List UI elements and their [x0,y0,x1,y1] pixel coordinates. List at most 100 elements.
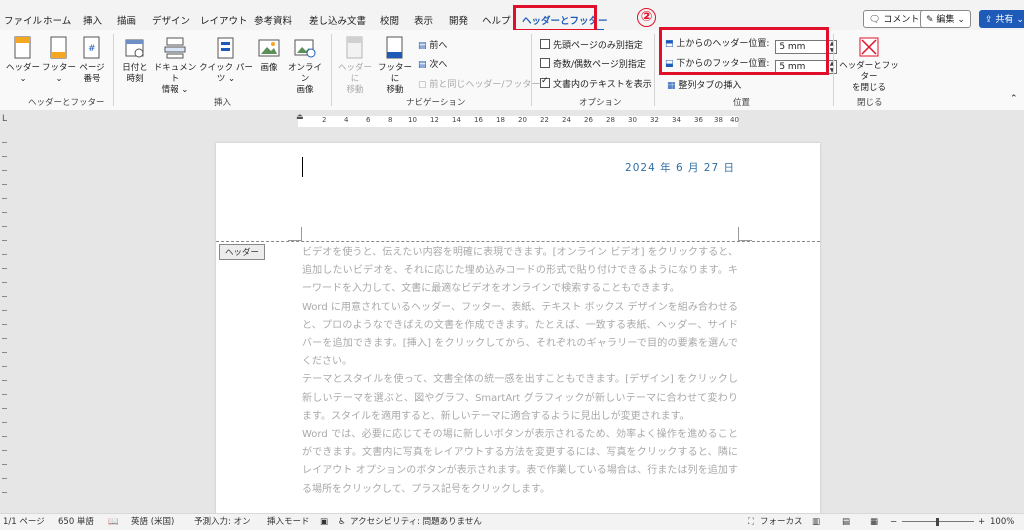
ruler-tick [2,436,7,437]
web-layout-icon[interactable]: ▦ [870,514,878,530]
status-prediction[interactable]: 予測入力: オン [194,514,251,530]
document-info-button[interactable]: ドキュメント 情報 ⌄ [151,36,199,96]
comment-button-label: コメント [883,15,920,25]
comment-icon: 🗨 [869,15,881,25]
document-body[interactable]: ビデオを使うと、伝えたい内容を明確に表現できます。[オンライン ビデオ] をクリ… [302,244,738,499]
indent-marker-icon[interactable]: ⏏ [296,112,304,121]
date-time-label-2: 時刻 [126,74,144,84]
group-label-insert: 挿入 [214,98,232,108]
ruler-number: 36 [694,116,703,124]
next-button[interactable]: ▤ 次へ [418,57,447,70]
online-picture-icon [294,39,316,58]
accessibility-icon: ♿ [338,517,346,527]
highlight-box-position [659,27,829,75]
chevron-down-icon: ⌄ [957,15,965,25]
different-first-page-checkbox[interactable]: 先頭ページのみ別指定 [540,38,643,51]
tab-design[interactable]: デザイン [152,13,190,27]
paragraph: テーマとスタイルを使って、文書全体の統一感を出すこともできます。[デザイン] を… [302,374,738,422]
insert-alignment-tab-button[interactable]: ▦ 整列タブの挿入 [667,78,741,91]
tab-mailings[interactable]: 差し込み文書 [309,13,366,27]
goto-footer-button[interactable]: フッターに 移動 [376,36,414,96]
different-odd-even-checkbox[interactable]: 奇数/偶数ページ別指定 [540,57,646,70]
header-button[interactable]: ヘッダー ⌄ [6,36,40,85]
page-number-button[interactable]: # ページ 番号 [78,36,106,85]
macro-icon[interactable]: ▣ [320,514,328,530]
checkbox-show-text[interactable] [540,76,550,88]
tab-layout[interactable]: レイアウト [200,13,248,27]
page-number-icon: # [83,36,100,59]
ruler-tick [2,240,7,241]
tab-draw[interactable]: 描画 [117,13,136,27]
proofing-icon[interactable]: 📖 [108,514,119,530]
checkbox-odd-even[interactable] [540,58,550,68]
edit-mode-button[interactable]: ✎ 編集 ⌄ [920,10,971,28]
zoom-level[interactable]: 100% [990,514,1014,530]
header-date[interactable]: 2024 年 6 月 27 日 [625,160,735,175]
date-time-button[interactable]: 日付と 時刻 [119,36,151,85]
chevron-down-icon: ⌄ [228,74,236,84]
pencil-icon: ✎ [926,15,934,25]
document-page[interactable]: 2024 年 6 月 27 日 ヘッダー ビデオを使うと、伝えたい内容を明確に表… [216,143,820,523]
close-icon [859,37,879,57]
link-icon: ▢ [418,80,427,90]
tab-view[interactable]: 表示 [414,13,433,27]
link-to-previous-label: 前と同じヘッダー/フッター [429,80,541,90]
ruler-tick [2,212,7,213]
tab-selector-icon[interactable]: L [2,114,7,124]
footer-button-label: フッター [42,63,77,73]
tab-insert[interactable]: 挿入 [83,13,102,27]
ruler-tick [2,324,7,325]
page-number-label-1: ページ [79,63,105,73]
collapse-ribbon-icon[interactable]: ⌃ [1010,94,1018,104]
ruler-number: 10 [408,116,417,124]
chevron-down-icon: ⌄ [55,74,63,84]
zoom-slider-thumb[interactable] [936,518,939,526]
margin-corner-mark [301,227,302,241]
online-picture-button[interactable]: オンライン 画像 [285,36,325,96]
status-insert-mode[interactable]: 挿入モード [267,514,310,530]
quick-parts-button[interactable]: クイック パーツ ⌄ [198,36,254,85]
read-mode-icon[interactable]: ▥ [812,514,820,530]
close-header-footer-label-1: ヘッダーとフッター [839,61,899,82]
ruler-tick [2,310,7,311]
comment-button[interactable]: 🗨 コメント [863,10,926,28]
focus-mode-button[interactable]: フォーカス [760,514,803,530]
document-info-label-1: ドキュメント [153,63,197,84]
tab-help[interactable]: ヘルプ [482,13,511,27]
edit-mode-label: 編集 [936,15,955,25]
previous-label: 前へ [429,41,448,51]
print-layout-icon[interactable]: ▤ [842,514,850,530]
status-accessibility[interactable]: アクセシビリティ: 問題ありません [350,514,482,530]
focus-icon: ⛶ [748,517,754,527]
zoom-out-icon[interactable]: − [890,514,897,530]
status-word-count[interactable]: 650 単語 [58,514,94,530]
share-button[interactable]: ⇪ 共有 ⌄ [979,10,1024,28]
ruler-number: 34 [672,116,681,124]
ruler-tick [2,464,7,465]
status-language[interactable]: 英語 (米国) [131,514,174,530]
picture-button[interactable]: 画像 [255,36,283,74]
horizontal-ruler: L 2 4 6 8 10 12 14 16 18 20 22 24 26 28 … [0,110,1024,132]
previous-button[interactable]: ▤ 前へ [418,38,447,51]
ruler-number: 28 [606,116,615,124]
date-time-label-1: 日付と [122,63,148,73]
tab-file[interactable]: ファイル [4,13,42,27]
tab-home[interactable]: ホーム [43,13,71,27]
tab-developer[interactable]: 開発 [449,13,468,27]
tab-references[interactable]: 参考資料 [254,13,292,27]
close-header-footer-button[interactable]: ヘッダーとフッター を閉じる [836,36,902,94]
status-page-count[interactable]: 1/1 ページ [3,514,45,530]
show-document-text-checkbox[interactable]: 文書内のテキストを表示 [540,76,652,90]
footer-button[interactable]: フッター ⌄ [42,36,76,85]
ruler-tick [2,492,7,493]
vertical-ruler [0,132,10,513]
link-to-previous-button[interactable]: ▢ 前と同じヘッダー/フッター [418,77,540,90]
tab-review[interactable]: 校閲 [380,13,399,27]
checkbox-first-page[interactable] [540,39,550,49]
ruler-number: 20 [518,116,527,124]
ruler-tick [2,156,7,157]
goto-header-button[interactable]: ヘッダーに 移動 [336,36,374,96]
ribbon-tab-bar: ファイル ホーム 挿入 描画 デザイン レイアウト 参考資料 差し込み文書 校閲… [0,0,1024,32]
zoom-in-icon[interactable]: + [978,514,985,530]
previous-icon: ▤ [418,41,427,51]
